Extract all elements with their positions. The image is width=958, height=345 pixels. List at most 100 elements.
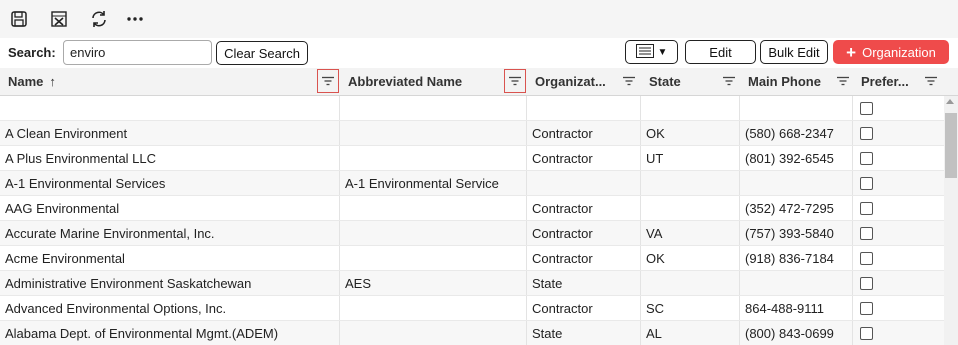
more-icon[interactable] <box>124 8 146 30</box>
cell-abbr <box>340 146 526 171</box>
table-row[interactable]: Administrative Environment Saskatchewan A… <box>0 271 944 296</box>
search-input[interactable] <box>63 40 212 65</box>
grid-header: Name ↑ Abbreviated Name Organizat... Stat… <box>0 68 958 96</box>
table-row[interactable]: A Plus Environmental LLC Contractor UT (801… <box>0 146 944 171</box>
cell-name: Alabama Dept. of Environmental Mgmt.(ADE… <box>5 326 279 341</box>
column-divider <box>852 171 853 195</box>
preferred-checkbox[interactable] <box>860 102 873 115</box>
cell-state <box>641 196 739 221</box>
column-header-name-label: Name <box>8 74 44 89</box>
plus-icon: + <box>846 42 857 62</box>
scroll-up-icon[interactable] <box>946 99 954 104</box>
column-divider <box>852 146 853 170</box>
vertical-scrollbar[interactable] <box>944 96 958 345</box>
column-header-abbreviated-name[interactable]: Abbreviated Name <box>340 68 500 96</box>
cell-org <box>527 96 640 121</box>
table-row[interactable]: AAG Environmental Contractor (352) 472-729… <box>0 196 944 221</box>
column-divider <box>852 121 853 145</box>
cell-phone: (801) 392-6545 <box>745 151 834 166</box>
save-icon[interactable] <box>8 8 30 30</box>
column-divider <box>852 296 853 320</box>
cell-name: A Clean Environment <box>5 126 128 141</box>
cell-name: Advanced Environmental Options, Inc. <box>5 301 227 316</box>
column-header-main-phone[interactable]: Main Phone <box>740 68 835 96</box>
filter-icon[interactable] <box>618 69 640 93</box>
sort-ascending-icon[interactable]: ↑ <box>49 68 56 95</box>
cell-phone: (757) 393-5840 <box>745 226 834 241</box>
cell-org: Contractor <box>532 151 593 166</box>
column-chooser-button[interactable]: ▼ <box>625 40 678 64</box>
add-organization-label: Organization <box>862 44 936 60</box>
cell-name: Accurate Marine Environmental, Inc. <box>5 226 215 241</box>
scrollbar-thumb[interactable] <box>945 113 957 178</box>
filter-icon[interactable] <box>832 69 854 93</box>
preferred-checkbox[interactable] <box>860 152 873 165</box>
column-divider <box>852 221 853 245</box>
table-row[interactable]: A-1 Environmental Services A-1 Environmen… <box>0 171 944 196</box>
cell-phone <box>740 171 852 196</box>
edit-button[interactable]: Edit <box>685 40 756 64</box>
table-row[interactable]: Advanced Environmental Options, Inc. Cont… <box>0 296 944 321</box>
cell-abbr <box>340 221 526 246</box>
preferred-checkbox[interactable] <box>860 277 873 290</box>
cell-name: Acme Environmental <box>5 251 125 266</box>
column-header-state[interactable]: State <box>641 68 711 96</box>
cell-org <box>527 171 640 196</box>
preferred-checkbox[interactable] <box>860 177 873 190</box>
table-row[interactable]: A Clean Environment Contractor OK (580) 668… <box>0 121 944 146</box>
toolbar <box>0 0 958 38</box>
filter-icon[interactable] <box>317 69 339 93</box>
cell-state: UT <box>646 151 664 166</box>
table-row[interactable]: Alabama Dept. of Environmental Mgmt.(ADE… <box>0 321 944 345</box>
grid-body: A Clean Environment Contractor OK (580) 668… <box>0 96 944 345</box>
cell-name: AAG Environmental <box>5 201 120 216</box>
cell-phone: 864-488-9111 <box>745 301 825 316</box>
filter-icon[interactable] <box>920 69 942 93</box>
cell-name: Administrative Environment Saskatchewan <box>5 276 252 291</box>
cell-state: OK <box>646 251 665 266</box>
preferred-checkbox[interactable] <box>860 202 873 215</box>
refresh-icon[interactable] <box>88 8 110 30</box>
cell-org: State <box>532 326 563 341</box>
cell-org: Contractor <box>532 301 593 316</box>
search-bar: Search: Clear Search ▼ Edit Bulk Edit + … <box>0 38 958 68</box>
search-label: Search: <box>8 45 56 60</box>
cell-phone: (918) 836-7184 <box>745 251 834 266</box>
table-row[interactable]: Accurate Marine Environmental, Inc. Contr… <box>0 221 944 246</box>
filter-icon[interactable] <box>504 69 526 93</box>
excel-export-icon[interactable] <box>48 8 70 30</box>
preferred-checkbox[interactable] <box>860 327 873 340</box>
cell-abbr: AES <box>345 276 372 291</box>
preferred-checkbox[interactable] <box>860 127 873 140</box>
cell-phone <box>740 271 852 296</box>
cell-state: OK <box>646 126 665 141</box>
filter-icon[interactable] <box>718 69 740 93</box>
cell-name <box>0 96 338 121</box>
cell-abbr: A-1 Environmental Service <box>345 176 499 191</box>
preferred-checkbox[interactable] <box>860 227 873 240</box>
cell-phone: (580) 668-2347 <box>745 126 834 141</box>
column-header-name[interactable]: Name ↑ <box>0 68 316 96</box>
cell-org: State <box>532 276 563 291</box>
cell-state <box>641 96 739 121</box>
cell-phone: (800) 843-0699 <box>745 326 834 341</box>
bulk-edit-button[interactable]: Bulk Edit <box>760 40 828 64</box>
table-row[interactable] <box>0 96 944 121</box>
clear-search-button[interactable]: Clear Search <box>216 41 308 65</box>
preferred-checkbox[interactable] <box>860 302 873 315</box>
table-row[interactable]: Acme Environmental Contractor OK (918) 836-… <box>0 246 944 271</box>
cell-abbr <box>340 196 526 221</box>
cell-state <box>641 171 739 196</box>
column-divider <box>852 96 853 120</box>
cell-abbr <box>340 121 526 146</box>
column-chooser-icon <box>635 43 654 61</box>
preferred-checkbox[interactable] <box>860 252 873 265</box>
column-header-organization-type[interactable]: Organizat... <box>527 68 619 96</box>
cell-state: AL <box>646 326 662 341</box>
cell-abbr <box>340 296 526 321</box>
add-organization-button[interactable]: + Organization <box>833 40 949 64</box>
organizations-grid: Name ↑ Abbreviated Name Organizat... Stat… <box>0 68 958 345</box>
cell-phone: (352) 472-7295 <box>745 201 834 216</box>
column-header-preferred[interactable]: Prefer... <box>853 68 921 96</box>
cell-phone <box>740 96 852 121</box>
